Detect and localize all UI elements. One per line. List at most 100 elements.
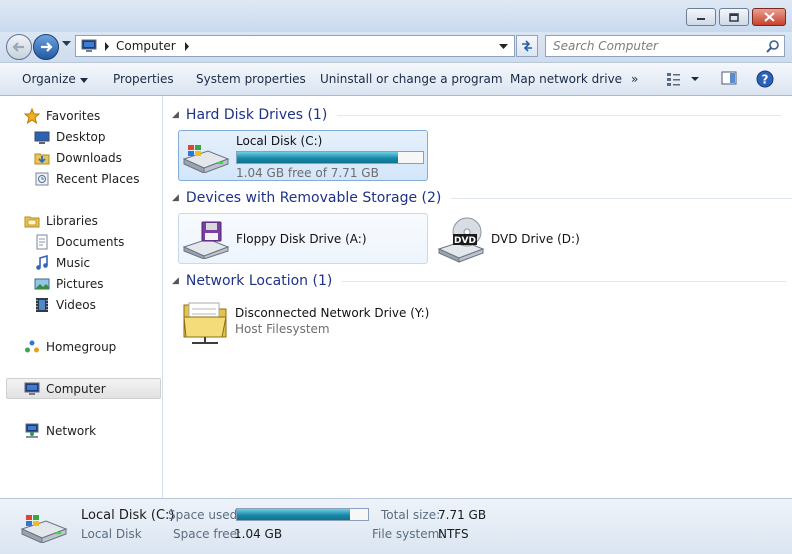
drive-free-space: 1.04 GB free of 7.71 GB [236,166,379,180]
breadcrumb-separator-icon[interactable] [104,41,110,51]
change-view-button[interactable] [667,70,701,91]
sidebar-item-videos[interactable]: Videos [34,297,96,313]
drive-usage-fill [237,152,398,163]
sidebar-item-desktop[interactable]: Desktop [34,129,106,145]
group-header-network-location[interactable]: ◢ Network Location (1) [172,273,787,289]
close-button[interactable] [752,8,786,26]
sidebar-item-label: Network [46,424,97,438]
sidebar-item-favorites[interactable]: Favorites [24,108,100,124]
group-divider [342,280,787,282]
hard-drive-windows-icon [20,515,68,543]
drive-usage-bar [236,151,424,164]
drive-name: DVD Drive (D:) [491,231,580,246]
search-icon[interactable] [766,39,779,53]
file-system-label: File system: [372,527,444,541]
total-size-label: Total size: [381,508,441,522]
sidebar-item-label: Libraries [46,214,98,228]
group-title: Hard Disk Drives (1) [185,107,328,123]
maximize-button[interactable] [719,8,749,26]
search-input[interactable] [553,39,766,53]
computer-icon [81,39,97,52]
map-network-drive-button[interactable]: Map network drive [510,72,622,86]
sidebar-item-computer[interactable]: Computer [6,378,161,399]
drive-name: Floppy Disk Drive (A:) [236,231,367,246]
navigation-pane: Favorites Desktop Downloads Recent Place… [0,96,163,498]
sidebar-item-recent-places[interactable]: Recent Places [34,171,139,187]
group-header-hard-disks[interactable]: ◢ Hard Disk Drives (1) [172,107,782,123]
sidebar-item-label: Videos [56,298,96,312]
collapse-arrow-icon[interactable]: ◢ [172,276,179,286]
collapse-arrow-icon[interactable]: ◢ [172,193,179,203]
details-drive-type: Local Disk [81,527,142,541]
group-title: Network Location (1) [185,273,333,289]
drive-tile-dvd-d[interactable]: DVD DVD Drive (D:) [434,213,684,264]
computer-icon [24,381,40,397]
recent-pages-dropdown-icon[interactable] [62,41,71,47]
preview-pane-button[interactable] [721,70,737,89]
address-history-dropdown-icon[interactable] [499,44,508,50]
minimize-icon [697,18,705,20]
uninstall-program-button[interactable]: Uninstall or change a program [320,72,503,86]
sidebar-item-network[interactable]: Network [24,423,96,439]
view-icon [667,73,699,86]
more-commands-button[interactable]: » [631,72,638,86]
organize-label: Organize [22,72,76,86]
videos-icon [34,297,50,313]
drive-tile-floppy-a[interactable]: Floppy Disk Drive (A:) [178,213,428,264]
sidebar-item-label: Favorites [46,109,101,123]
address-bar[interactable]: Computer [75,35,515,57]
group-header-removable-storage[interactable]: ◢ Devices with Removable Storage (2) [172,190,792,206]
pictures-icon [34,276,50,292]
help-button[interactable]: ? [756,70,774,91]
desktop-icon [34,129,50,145]
collapse-arrow-icon[interactable]: ◢ [172,110,179,120]
space-used-fill [237,509,351,520]
drive-name: Local Disk (C:) [236,134,323,148]
sidebar-item-music[interactable]: Music [34,255,90,271]
breadcrumb-computer[interactable]: Computer [116,39,176,53]
sidebar-item-label: Desktop [56,130,106,144]
dvd-drive-icon: DVD [437,217,485,263]
sidebar-item-downloads[interactable]: Downloads [34,150,122,166]
svg-text:?: ? [762,73,769,87]
window-controls [683,8,786,26]
sidebar-item-label: Music [56,256,91,270]
preview-pane-icon [721,71,737,85]
dvd-badge: DVD [454,236,476,246]
refresh-icon [522,40,532,52]
properties-button[interactable]: Properties [113,72,174,86]
back-button[interactable] [6,34,32,60]
refresh-button[interactable] [516,35,538,57]
sidebar-item-pictures[interactable]: Pictures [34,276,104,292]
libraries-icon [24,213,40,229]
forward-arrow-icon [41,42,53,52]
network-drive-folder-icon [183,302,227,344]
sidebar-item-label: Documents [56,235,125,249]
window-titlebar [0,0,792,32]
sidebar-item-homegroup[interactable]: Homegroup [24,339,116,355]
music-icon [34,255,50,271]
floppy-drive-icon [182,221,230,259]
sidebar-item-label: Computer [46,381,106,396]
back-arrow-icon [12,42,24,52]
homegroup-icon [24,339,40,355]
space-used-label: Space used: [168,508,242,522]
space-free-label: Space free: [173,527,242,541]
command-toolbar: Organize Properties System properties Un… [0,62,792,96]
close-icon [763,12,775,22]
star-icon [24,108,40,124]
drive-subtitle: Host Filesystem [235,322,330,336]
details-drive-name: Local Disk (C:) [81,508,175,523]
space-free-value: 1.04 GB [234,527,283,541]
forward-button[interactable] [33,34,59,60]
system-properties-button[interactable]: System properties [196,72,306,86]
search-box[interactable] [545,35,785,57]
minimize-button[interactable] [686,8,716,26]
breadcrumb-separator-icon[interactable] [184,41,190,51]
sidebar-item-libraries[interactable]: Libraries [24,213,98,229]
drive-tile-network-y[interactable]: Disconnected Network Drive (Y:) Host Fil… [178,294,478,348]
content-pane: ◢ Hard Disk Drives (1) Local Disk (C:) 1… [164,96,792,498]
drive-tile-local-disk-c[interactable]: Local Disk (C:) 1.04 GB free of 7.71 GB [178,130,428,181]
organize-button[interactable]: Organize [22,72,88,86]
sidebar-item-documents[interactable]: Documents [34,234,124,250]
